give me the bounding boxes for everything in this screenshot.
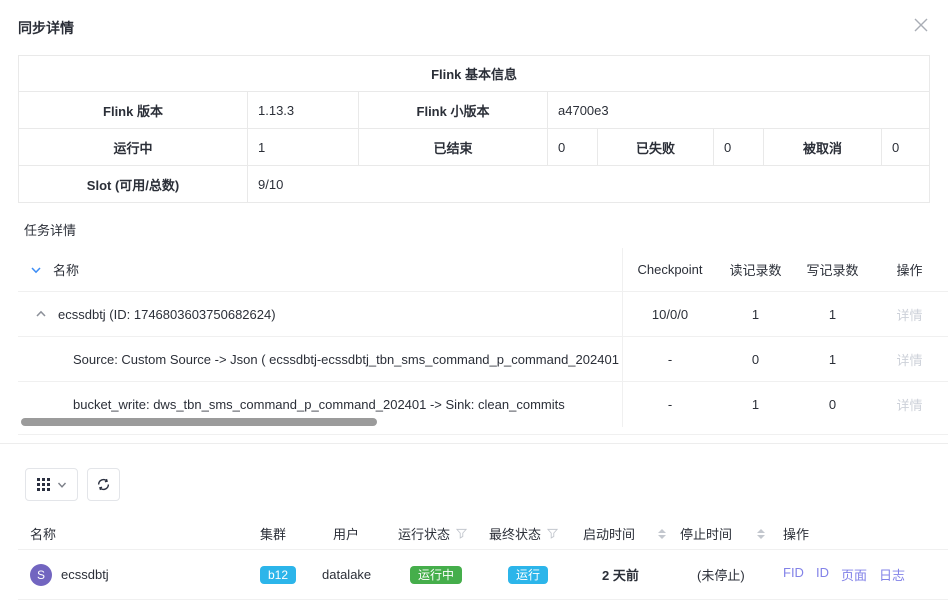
slot-label: Slot (可用/总数)	[19, 166, 248, 203]
flink-version-label: Flink 版本	[19, 92, 248, 129]
final-status-badge: 运行	[508, 566, 548, 584]
finished-value: 0	[548, 129, 598, 166]
flink-info-table: Flink 基本信息 Flink 版本 1.13.3 Flink 小版本 a47…	[18, 55, 930, 203]
task-fixed-header-cells: Checkpoint 读记录数 写记录数 操作	[622, 248, 948, 291]
task-read-count: 1	[717, 397, 794, 412]
flink-minor-value: a4700e3	[548, 92, 930, 129]
job-start-time: 2 天前	[583, 565, 680, 584]
chevron-down-icon	[57, 480, 67, 490]
close-icon	[914, 18, 928, 32]
refresh-button[interactable]	[87, 468, 120, 501]
task-read-count: 1	[717, 307, 794, 322]
filter-funnel-icon[interactable]	[456, 528, 467, 539]
close-button[interactable]	[910, 14, 932, 36]
sort-carets-icon[interactable]	[757, 529, 765, 539]
task-detail-link[interactable]: 详情	[896, 353, 922, 368]
task-name: ecssdbtj (ID: 1746803603750682624)	[58, 307, 276, 322]
checkpoint-column-header: Checkpoint	[623, 262, 717, 277]
refresh-icon	[96, 477, 111, 492]
jobs-run-status-header[interactable]: 运行状态	[398, 524, 489, 543]
collapse-all-icon[interactable]	[30, 264, 42, 276]
task-checkpoint: 10/0/0	[623, 307, 717, 322]
job-name: ecssdbtj	[61, 567, 109, 582]
action-column-header: 操作	[871, 260, 948, 279]
grid-icon	[37, 478, 50, 491]
task-write-count: 1	[794, 307, 871, 322]
task-detail-table: 名称 Checkpoint 读记录数 写记录数 操作 ecssdbtj (ID:…	[18, 248, 948, 427]
final-status-label: 最终状态	[489, 524, 541, 543]
task-name: Source: Custom Source -> Json ( ecssdbtj…	[73, 352, 622, 367]
finished-label: 已结束	[359, 129, 548, 166]
log-link[interactable]: 日志	[879, 565, 905, 584]
jobs-stop-time-header[interactable]: 停止时间	[680, 524, 783, 543]
task-row-job: ecssdbtj (ID: 1746803603750682624) 10/0/…	[18, 292, 948, 337]
task-row-source: Source: Custom Source -> Json ( ecssdbtj…	[18, 337, 948, 382]
jobs-table-header-row: 名称 集群 用户 运行状态 最终状态 启动时间 停止时间	[18, 518, 948, 550]
job-stop-time: (未停止)	[680, 565, 783, 584]
job-row: S ecssdbtj b12 datalake 运行中 运行 2 天前 (未停止…	[18, 550, 948, 600]
collapse-row-icon[interactable]	[35, 308, 47, 320]
jobs-user-header: 用户	[322, 524, 398, 543]
jobs-table: 名称 集群 用户 运行状态 最终状态 启动时间 停止时间	[18, 518, 948, 600]
flink-minor-label: Flink 小版本	[359, 92, 548, 129]
filter-funnel-icon[interactable]	[547, 528, 558, 539]
cluster-badge: b12	[260, 566, 296, 584]
column-settings-button[interactable]	[25, 468, 78, 501]
section-divider	[0, 443, 948, 444]
canceled-value: 0	[882, 129, 930, 166]
run-status-label: 运行状态	[398, 524, 450, 543]
failed-value: 0	[714, 129, 764, 166]
task-checkpoint: -	[623, 397, 717, 412]
run-status-badge: 运行中	[410, 566, 462, 584]
name-column-label: 名称	[53, 260, 79, 279]
task-detail-section-title: 任务详情	[24, 220, 76, 239]
sync-detail-drawer: 同步详情 Flink 基本信息 Flink 版本 1.13.3 Flink 小版…	[0, 0, 948, 611]
flink-info-caption: Flink 基本信息	[19, 56, 930, 92]
stop-time-label: 停止时间	[680, 524, 732, 543]
start-time-label: 启动时间	[583, 524, 635, 543]
running-value: 1	[248, 129, 359, 166]
read-count-column-header: 读记录数	[717, 260, 794, 279]
avatar: S	[30, 564, 52, 586]
flink-version-value: 1.13.3	[248, 92, 359, 129]
jobs-cluster-header: 集群	[260, 524, 322, 543]
write-count-column-header: 写记录数	[794, 260, 871, 279]
job-user: datalake	[322, 567, 398, 582]
failed-label: 已失败	[598, 129, 714, 166]
canceled-label: 被取消	[764, 129, 882, 166]
jobs-start-time-header[interactable]: 启动时间	[583, 524, 680, 543]
task-checkpoint: -	[623, 352, 717, 367]
page-link[interactable]: 页面	[841, 565, 867, 584]
jobs-action-header: 操作	[783, 524, 948, 543]
fid-link[interactable]: FID	[783, 565, 804, 584]
horizontal-scrollbar-thumb[interactable]	[21, 418, 377, 426]
id-link[interactable]: ID	[816, 565, 829, 584]
sort-carets-icon[interactable]	[658, 529, 666, 539]
task-read-count: 0	[717, 352, 794, 367]
running-label: 运行中	[19, 129, 248, 166]
task-write-count: 0	[794, 397, 871, 412]
jobs-name-header: 名称	[18, 524, 260, 543]
jobs-final-status-header[interactable]: 最终状态	[489, 524, 583, 543]
task-detail-link[interactable]: 详情	[896, 398, 922, 413]
task-table-bottom-border	[18, 434, 948, 435]
name-column-header: 名称	[18, 248, 622, 291]
task-name: bucket_write: dws_tbn_sms_command_p_comm…	[73, 397, 565, 412]
task-detail-link[interactable]: 详情	[896, 308, 922, 323]
task-table-header-row: 名称 Checkpoint 读记录数 写记录数 操作	[18, 248, 948, 292]
drawer-title: 同步详情	[18, 18, 74, 38]
slot-value: 9/10	[248, 166, 930, 203]
task-write-count: 1	[794, 352, 871, 367]
